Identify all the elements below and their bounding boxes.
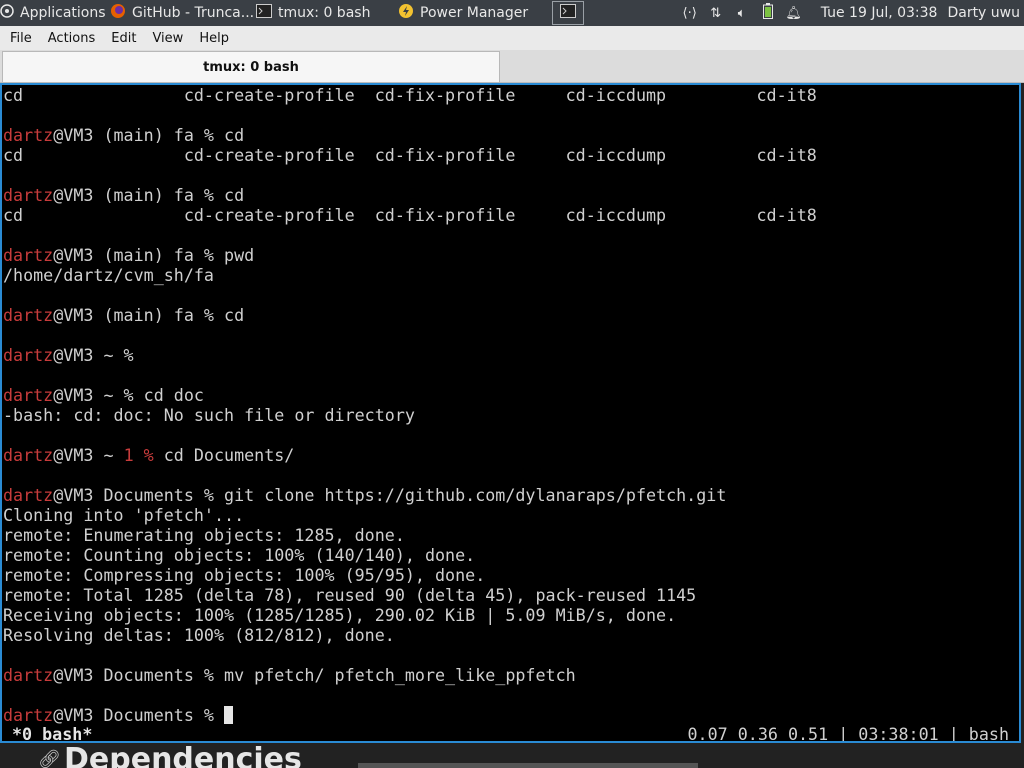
prompt-command: @VM3 Documents % mv pfetch/ pfetch_more_… (53, 665, 576, 685)
terminal-line: Resolving deltas: 100% (812/812), done. (3, 625, 395, 645)
prompt-username: dartz (3, 305, 54, 325)
terminal-text: cd cd-create-profile cd-fix-profile cd-i… (3, 205, 817, 225)
terminal-line: dartz@VM3 (main) fa % cd (3, 305, 244, 325)
terminal-text: Receiving objects: 100% (1285/1285), 290… (3, 605, 677, 625)
prompt-command: @VM3 (main) fa % cd (53, 305, 245, 325)
clock[interactable]: Tue 19 Jul, 03:38 (821, 5, 938, 21)
terminal-cursor (224, 706, 234, 724)
terminal-text: remote: Enumerating objects: 1285, done. (3, 525, 405, 545)
applications-label: Applications (20, 5, 106, 21)
taskbar-item-label: Power Manager (420, 5, 529, 21)
terminal-line: dartz@VM3 (main) fa % cd (3, 125, 244, 145)
prompt-username: dartz (3, 385, 54, 405)
menu-edit[interactable]: Edit (111, 31, 136, 46)
terminal-text: cd cd-create-profile cd-fix-profile cd-i… (3, 145, 817, 165)
prompt-username: dartz (3, 345, 54, 365)
background-window: 🔗︎ Dependencies (0, 743, 1024, 768)
terminal-line: Cloning into 'pfetch'... (3, 505, 244, 525)
notification-bell-icon[interactable]: 🔔︎ (781, 6, 807, 21)
prompt-username: dartz (3, 705, 54, 725)
prompt-username: dartz (3, 185, 54, 205)
terminal-line: dartz@VM3 (main) fa % cd (3, 185, 244, 205)
firefox-icon (110, 3, 126, 23)
prompt-command: @VM3 ~ (53, 445, 124, 465)
prompt-username: dartz (3, 245, 54, 265)
terminal-line: remote: Enumerating objects: 1285, done. (3, 525, 405, 545)
system-tray: ⟨·⟩ ⇅ 🔈︎ 🔔︎ Tue 19 Jul, 03:38 Darty uwu (677, 0, 1024, 26)
taskbar-item-power-manager[interactable]: Power Manager (398, 0, 546, 26)
terminal-text: /home/dartz/cvm_sh/fa (3, 265, 214, 285)
terminal-line: /home/dartz/cvm_sh/fa (3, 265, 214, 285)
tab-tmux[interactable]: tmux: 0 bash (2, 51, 500, 82)
prompt-username: dartz (3, 485, 54, 505)
terminal-line: dartz@VM3 Documents % (3, 705, 234, 725)
terminal-line: -bash: cd: doc: No such file or director… (3, 405, 415, 425)
terminal-view[interactable]: cd cd-create-profile cd-fix-profile cd-i… (0, 83, 1021, 743)
link-icon: 🔗︎ (38, 749, 61, 768)
prompt-command: @VM3 (main) fa % pwd (53, 245, 255, 265)
background-scrollbar (358, 763, 698, 768)
terminal-line: Receiving objects: 100% (1285/1285), 290… (3, 605, 676, 625)
terminal-text: cd cd-create-profile cd-fix-profile cd-i… (3, 85, 817, 105)
terminal-line: dartz@VM3 ~ % (3, 345, 134, 365)
terminal-line: remote: Total 1285 (delta 78), reused 90… (3, 585, 696, 605)
terminal-launcher-button[interactable] (552, 1, 584, 25)
terminal-line: remote: Compressing objects: 100% (95/95… (3, 565, 485, 585)
prompt-command: @VM3 Documents % (53, 705, 225, 725)
terminal-line: dartz@VM3 ~ 1 % cd Documents/ (3, 445, 294, 465)
terminal-icon (560, 4, 576, 22)
terminal-line: dartz@VM3 Documents % git clone https://… (3, 485, 726, 505)
top-panel: Applications GitHub - Trunca... tmux: 0 … (0, 0, 1024, 26)
applications-icon (0, 4, 14, 22)
background-heading: Dependencies (64, 743, 302, 768)
terminal-line: cd cd-create-profile cd-fix-profile cd-i… (3, 145, 817, 165)
applications-menu-button[interactable]: Applications (0, 0, 106, 26)
terminal-line: cd cd-create-profile cd-fix-profile cd-i… (3, 205, 817, 225)
prompt-username: dartz (3, 665, 54, 685)
prompt-command: @VM3 (main) fa % cd (53, 125, 245, 145)
prompt-command: @VM3 (main) fa % cd (53, 185, 245, 205)
prompt-command: @VM3 Documents % git clone https://githu… (53, 485, 727, 505)
terminal-text: remote: Compressing objects: 100% (95/95… (3, 565, 486, 585)
power-icon (398, 3, 414, 23)
terminal-line: dartz@VM3 Documents % mv pfetch/ pfetch_… (3, 665, 576, 685)
terminal-text: -bash: cd: doc: No such file or director… (3, 405, 415, 425)
tab-bar: tmux: 0 bash (0, 50, 1024, 83)
network-arrows-icon[interactable]: ⟨·⟩ (677, 6, 703, 21)
prompt-username: dartz (3, 125, 54, 145)
taskbar-item-tmux[interactable]: tmux: 0 bash (256, 0, 396, 26)
terminal-line: dartz@VM3 ~ % cd doc (3, 385, 204, 405)
volume-icon[interactable]: 🔈︎ (729, 6, 755, 21)
menu-actions[interactable]: Actions (48, 31, 96, 46)
tmux-status-bar: *0 bash* 0.07 0.36 0.51 | 03:38:01 | bas… (2, 724, 1019, 743)
tmux-status-right: 0.07 0.36 0.51 | 03:38:01 | bash (687, 724, 1010, 743)
taskbar-item-label: tmux: 0 bash (278, 5, 371, 21)
menu-bar: File Actions Edit View Help (0, 26, 1024, 50)
prompt-command: @VM3 ~ % cd doc (53, 385, 204, 405)
terminal-text: Resolving deltas: 100% (812/812), done. (3, 625, 395, 645)
taskbar-item-github[interactable]: GitHub - Trunca... (110, 0, 256, 26)
network-updown-icon[interactable]: ⇅ (703, 6, 729, 21)
prompt-exit-code: 1 % (123, 445, 154, 465)
menu-file[interactable]: File (10, 31, 32, 46)
terminal-line: cd cd-create-profile cd-fix-profile cd-i… (3, 85, 817, 105)
terminal-text: Cloning into 'pfetch'... (3, 505, 245, 525)
user-menu[interactable]: Darty uwu (947, 5, 1020, 21)
taskbar-item-label: GitHub - Trunca... (132, 5, 255, 21)
prompt-username: dartz (3, 445, 54, 465)
menu-view[interactable]: View (152, 31, 183, 46)
tmux-window-list[interactable]: *0 bash* (12, 725, 92, 741)
battery-icon[interactable] (755, 3, 781, 23)
terminal-text: remote: Total 1285 (delta 78), reused 90… (3, 585, 697, 605)
terminal-text: remote: Counting objects: 100% (140/140)… (3, 545, 476, 565)
terminal-icon (256, 4, 272, 22)
terminal-line: dartz@VM3 (main) fa % pwd (3, 245, 254, 265)
prompt-command: cd Documents/ (153, 445, 295, 465)
terminal-line: remote: Counting objects: 100% (140/140)… (3, 545, 475, 565)
prompt-command: @VM3 ~ % (53, 345, 134, 365)
menu-help[interactable]: Help (199, 31, 229, 46)
